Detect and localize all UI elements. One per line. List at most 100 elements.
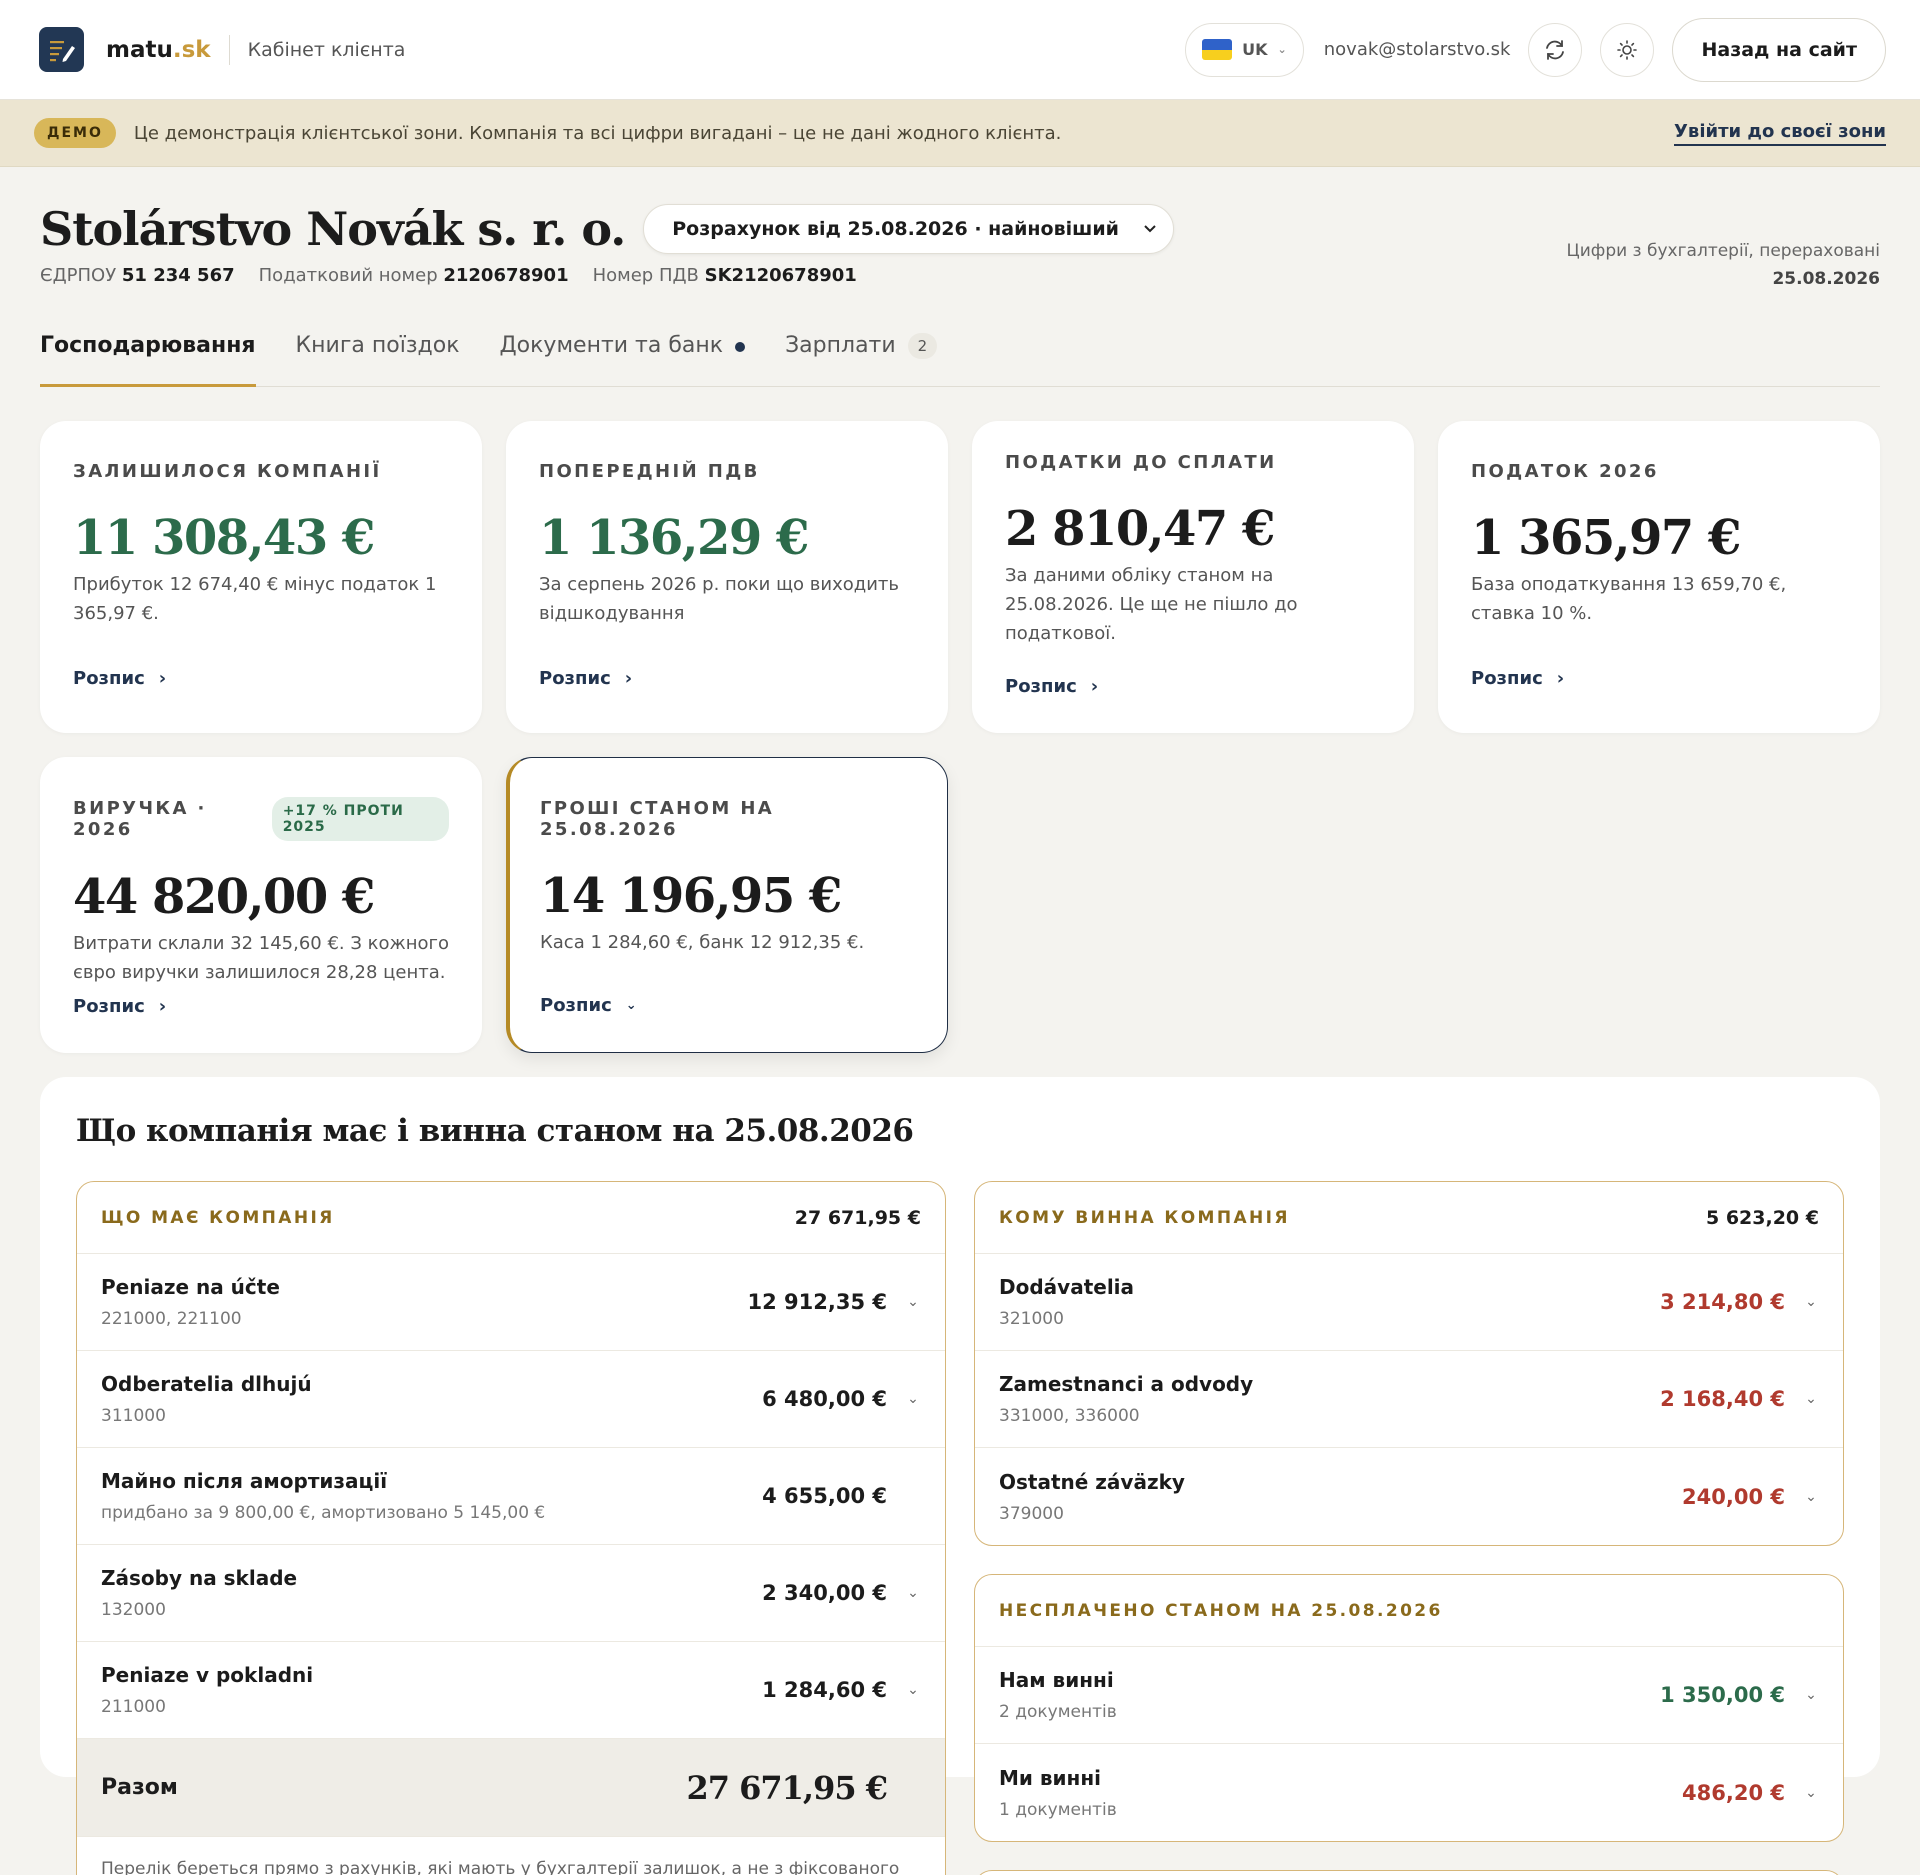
kpi-cards: ЗАЛИШИЛОСЯ КОМПАНІЇ 11 308,43 € Прибуток… bbox=[40, 421, 1880, 1053]
brand-divider bbox=[228, 34, 230, 65]
chevron-down-icon: ⌄ bbox=[1277, 43, 1287, 56]
chevron-down-icon[interactable]: ⌄ bbox=[1803, 1687, 1819, 1703]
assets-header: ЩО МАЄ КОМПАНІЯ 27 671,95 € bbox=[77, 1182, 945, 1254]
card-value: 44 820,00 € bbox=[73, 869, 375, 925]
card-value: 1 365,97 € bbox=[1471, 510, 1741, 566]
list-item: Майно після амортизації придбано за 9 800… bbox=[77, 1448, 945, 1545]
data-freshness: Цифри з бухгалтерії, перераховані 25.08.… bbox=[1566, 241, 1880, 289]
assets-sum-row: Разом 27 671,95 € bbox=[77, 1739, 945, 1837]
top-navigation: matu.sk Кабінет клієнта UK ⌄ novak@stola… bbox=[0, 0, 1920, 100]
chevron-down-icon[interactable]: ⌄ bbox=[905, 1682, 921, 1698]
card-label: ПОДАТКИ ДО СПЛАТИ bbox=[1005, 452, 1277, 473]
list-item[interactable]: Zásoby na sklade 132000 2 340,00 € ⌄ bbox=[77, 1545, 945, 1642]
section-tabs: Господарювання Книга поїздок Документи т… bbox=[40, 333, 1880, 387]
ukraine-flag-icon bbox=[1202, 39, 1233, 60]
next-box-edge bbox=[974, 1870, 1844, 1875]
chevron-right-icon: › bbox=[1090, 676, 1099, 697]
balance-panel: Що компанія має і винна станом на 25.08.… bbox=[40, 1077, 1880, 1875]
card-description: За серпень 2026 р. поки що виходить відш… bbox=[539, 574, 899, 624]
list-item[interactable]: Ми винні 1 документів 486,20 € ⌄ bbox=[975, 1744, 1843, 1841]
calculation-select[interactable]: Розрахунок від 25.08.2026 · найновіший bbox=[643, 204, 1174, 254]
chevron-down-icon[interactable]: ⌄ bbox=[1803, 1294, 1819, 1310]
kpi-card-vat: ПОПЕРЕДНІЙ ПДВ 1 136,29 € За серпень 202… bbox=[506, 421, 948, 733]
unpaid-header: НЕСПЛАЧЕНО СТАНОМ НА 25.08.2026 bbox=[975, 1575, 1843, 1647]
unpaid-box: НЕСПЛАЧЕНО СТАНОМ НА 25.08.2026 Нам винн… bbox=[974, 1574, 1844, 1842]
company-id-tax: Податковий номер 2120678901 bbox=[258, 265, 569, 286]
breakdown-link[interactable]: Розпис › bbox=[73, 996, 166, 1017]
tab-count-badge: 2 bbox=[907, 333, 938, 359]
balance-title: Що компанія має і винна станом на 25.08.… bbox=[76, 1113, 914, 1149]
company-ids: ЄДРПОУ 51 234 567 Податковий номер 21206… bbox=[40, 265, 1567, 286]
breakdown-link[interactable]: Розпис › bbox=[73, 668, 166, 689]
list-item[interactable]: Нам винні 2 документів 1 350,00 € ⌄ bbox=[975, 1647, 1843, 1744]
liabilities-box: КОМУ ВИННА КОМПАНІЯ 5 623,20 € Dodávatel… bbox=[974, 1181, 1844, 1546]
list-item[interactable]: Odberatelia dlhujú 311000 6 480,00 € ⌄ bbox=[77, 1351, 945, 1448]
chevron-down-icon[interactable]: ⌄ bbox=[1803, 1785, 1819, 1801]
demo-banner: ДЕМО Це демонстрація клієнтської зони. К… bbox=[0, 100, 1920, 167]
card-value: 11 308,43 € bbox=[73, 510, 375, 566]
growth-badge: +17 % ПРОТИ 2025 bbox=[271, 797, 449, 841]
demo-text: Це демонстрація клієнтської зони. Компан… bbox=[133, 122, 1062, 144]
tab-documents-bank[interactable]: Документи та банк bbox=[499, 333, 746, 386]
language-code: UK bbox=[1242, 40, 1268, 59]
chevron-down-icon[interactable]: ⌄ bbox=[905, 1585, 921, 1601]
assets-column: ЩО МАЄ КОМПАНІЯ 27 671,95 € Peniaze na ú… bbox=[76, 1181, 946, 1875]
card-description: Каса 1 284,60 €, банк 12 912,35 €. bbox=[540, 932, 865, 953]
breakdown-toggle[interactable]: Розпис ⌄ bbox=[540, 995, 637, 1016]
card-value: 1 136,29 € bbox=[539, 510, 809, 566]
chevron-down-icon bbox=[1144, 225, 1156, 233]
liabilities-total: 5 623,20 € bbox=[1706, 1206, 1819, 1229]
ledger-pen-icon bbox=[49, 40, 75, 62]
chevron-down-icon: ⌄ bbox=[625, 998, 637, 1013]
sun-icon bbox=[1617, 39, 1638, 60]
language-selector[interactable]: UK ⌄ bbox=[1185, 22, 1304, 77]
back-to-site-button[interactable]: Назад на сайт bbox=[1672, 17, 1886, 82]
tab-trip-log[interactable]: Книга поїздок bbox=[296, 333, 460, 386]
theme-toggle-button[interactable] bbox=[1600, 22, 1655, 77]
chevron-down-icon[interactable]: ⌄ bbox=[905, 1294, 921, 1310]
company-header: Stolárstvo Novák s. r. o. Розрахунок від… bbox=[40, 201, 1880, 293]
list-item[interactable]: Peniaze v pokladni 211000 1 284,60 € ⌄ bbox=[77, 1642, 945, 1739]
refresh-button[interactable] bbox=[1528, 22, 1583, 77]
list-item[interactable]: Dodávatelia 321000 3 214,80 € ⌄ bbox=[975, 1254, 1843, 1351]
cabinet-label: Кабінет клієнта bbox=[247, 38, 406, 61]
assets-total: 27 671,95 € bbox=[794, 1206, 921, 1229]
company-id-vat: Номер ПДВ SK2120678901 bbox=[592, 265, 857, 286]
unread-dot bbox=[735, 342, 746, 352]
kpi-card-tax-2026: ПОДАТОК 2026 1 365,97 € База оподаткуван… bbox=[1438, 421, 1880, 733]
card-label: ПОПЕРЕДНІЙ ПДВ bbox=[539, 461, 760, 482]
card-label: ГРОШІ СТАНОМ НА 25.08.2026 bbox=[540, 798, 775, 840]
list-item[interactable]: Zamestnanci a odvody 331000, 336000 2 168… bbox=[975, 1351, 1843, 1448]
list-item[interactable]: Ostatné záväzky 379000 240,00 € ⌄ bbox=[975, 1448, 1843, 1545]
card-value: 14 196,95 € bbox=[540, 868, 842, 924]
card-description: Прибуток 12 674,40 € мінус податок 1 365… bbox=[73, 574, 437, 624]
chevron-down-icon[interactable]: ⌄ bbox=[905, 1391, 921, 1407]
company-id-edrpou: ЄДРПОУ 51 234 567 bbox=[40, 265, 235, 286]
chevron-right-icon: › bbox=[158, 996, 167, 1017]
chevron-down-icon[interactable]: ⌄ bbox=[1803, 1391, 1819, 1407]
breakdown-link[interactable]: Розпис › bbox=[1471, 668, 1564, 689]
liabilities-header: КОМУ ВИННА КОМПАНІЯ 5 623,20 € bbox=[975, 1182, 1843, 1254]
card-description: База оподаткування 13 659,70 €, ставка 1… bbox=[1471, 574, 1787, 624]
breakdown-link[interactable]: Розпис › bbox=[539, 668, 632, 689]
assets-box: ЩО МАЄ КОМПАНІЯ 27 671,95 € Peniaze na ú… bbox=[76, 1181, 946, 1875]
card-label: ВИРУЧКА · 2026 +17 % ПРОТИ 2025 bbox=[73, 797, 449, 841]
app-logo[interactable] bbox=[39, 27, 84, 72]
tab-salaries[interactable]: Зарплати 2 bbox=[785, 333, 938, 386]
refresh-icon bbox=[1546, 39, 1565, 60]
chevron-right-icon: › bbox=[624, 668, 633, 689]
tab-business[interactable]: Господарювання bbox=[40, 333, 256, 387]
card-label: ПОДАТОК 2026 bbox=[1471, 461, 1659, 482]
kpi-card-taxes-due: ПОДАТКИ ДО СПЛАТИ 2 810,47 € За даними о… bbox=[972, 421, 1414, 733]
login-own-zone-link[interactable]: Увійти до своєї зони bbox=[1674, 121, 1886, 146]
chevron-down-icon[interactable]: ⌄ bbox=[1803, 1489, 1819, 1505]
liabilities-column: КОМУ ВИННА КОМПАНІЯ 5 623,20 € Dodávatel… bbox=[974, 1181, 1844, 1875]
list-item[interactable]: Peniaze na účte 221000, 221100 12 912,35 … bbox=[77, 1254, 945, 1351]
brand-name[interactable]: matu.sk bbox=[106, 37, 211, 63]
kpi-card-remaining: ЗАЛИШИЛОСЯ КОМПАНІЇ 11 308,43 € Прибуток… bbox=[40, 421, 482, 733]
breakdown-link[interactable]: Розпис › bbox=[1005, 676, 1098, 697]
kpi-card-cash: ГРОШІ СТАНОМ НА 25.08.2026 14 196,95 € К… bbox=[506, 757, 948, 1053]
assets-note: Перелік береться прямо з рахунків, які м… bbox=[101, 1859, 900, 1875]
user-email: novak@stolarstvo.sk bbox=[1323, 39, 1511, 60]
chevron-right-icon: › bbox=[1556, 668, 1565, 689]
